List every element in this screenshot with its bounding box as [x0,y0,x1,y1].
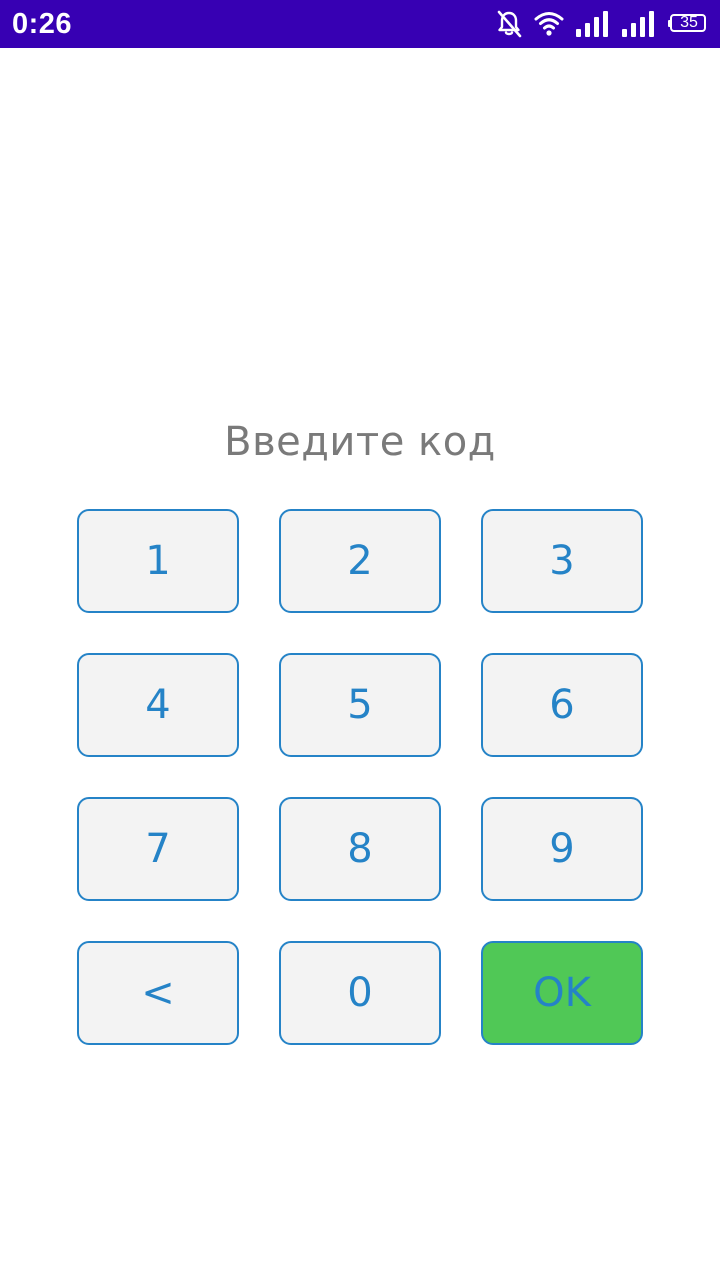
backspace-button[interactable]: < [77,941,239,1045]
key-0[interactable]: 0 [279,941,441,1045]
signal-icon [622,11,656,37]
key-8[interactable]: 8 [279,797,441,901]
key-7[interactable]: 7 [77,797,239,901]
wifi-icon [534,11,564,37]
bell-off-icon [496,10,522,38]
battery-level: 35 [680,14,698,31]
key-4[interactable]: 4 [77,653,239,757]
status-icons: 35 [496,8,708,40]
key-2[interactable]: 2 [279,509,441,613]
key-3[interactable]: 3 [481,509,643,613]
keypad: 1 2 3 4 5 6 7 8 9 < 0 OK [77,509,643,1045]
status-time: 0:26 [12,8,73,40]
ok-button[interactable]: OK [481,941,643,1045]
key-9[interactable]: 9 [481,797,643,901]
enter-code-prompt: Введите код [224,419,496,465]
key-1[interactable]: 1 [77,509,239,613]
signal-icon [576,11,610,37]
key-5[interactable]: 5 [279,653,441,757]
status-bar: 0:26 35 [0,0,720,48]
key-6[interactable]: 6 [481,653,643,757]
battery-icon: 35 [668,14,708,34]
